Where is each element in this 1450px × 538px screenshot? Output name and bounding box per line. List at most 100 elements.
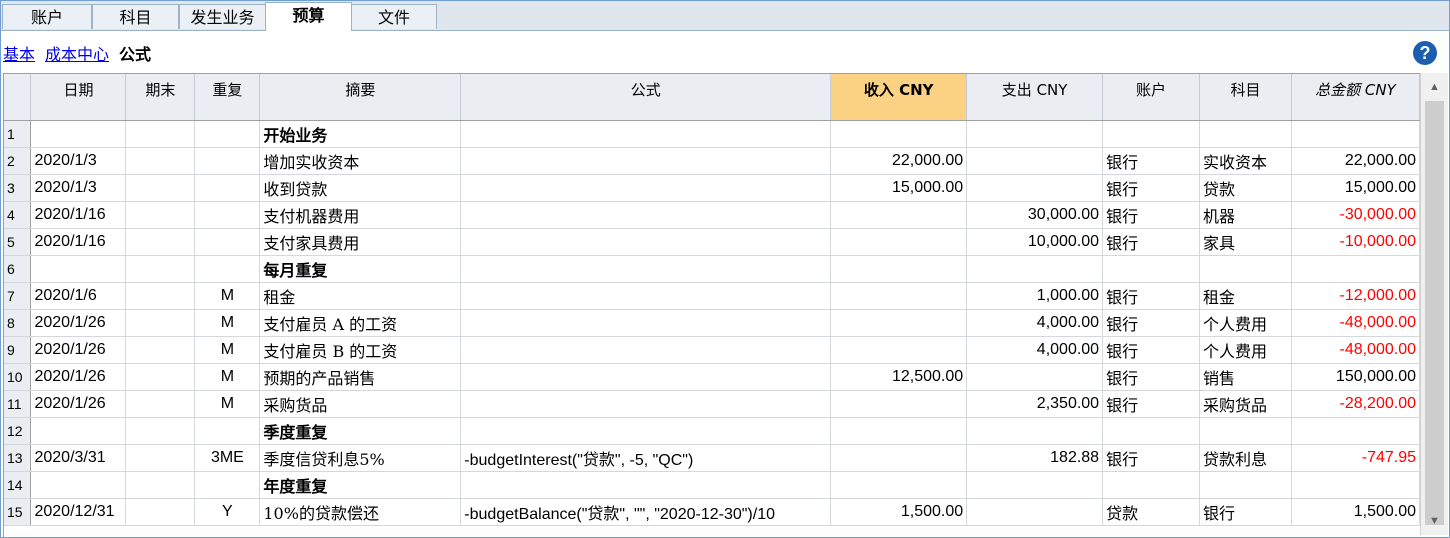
- cell-category[interactable]: [1199, 255, 1292, 283]
- cell-category[interactable]: 机器: [1199, 201, 1292, 229]
- cell-expense[interactable]: 182.88: [966, 444, 1104, 472]
- cell-description[interactable]: 收到贷款: [259, 174, 462, 202]
- cell-end[interactable]: [125, 471, 196, 499]
- cell-total[interactable]: -30,000.00: [1291, 201, 1420, 229]
- cell-formula[interactable]: [460, 147, 832, 175]
- cell-formula[interactable]: -budgetBalance("贷款", "", "2020-12-30")/1…: [460, 498, 832, 526]
- cell-total[interactable]: 1,500.00: [1291, 498, 1420, 526]
- cell-date[interactable]: 2020/1/26: [30, 390, 127, 418]
- cell-category[interactable]: 采购货品: [1199, 390, 1292, 418]
- cell-expense[interactable]: [966, 363, 1104, 391]
- cell-account[interactable]: 银行: [1102, 390, 1200, 418]
- cell-date[interactable]: [30, 471, 127, 499]
- table-row[interactable]: 8 2020/1/26 M 支付雇员 A 的工资 4,000.00 银行 个人费用 -48,0…: [4, 309, 1420, 337]
- cell-formula[interactable]: [460, 309, 832, 337]
- cell-date[interactable]: 2020/12/31: [30, 498, 127, 526]
- cell-account[interactable]: 银行: [1102, 309, 1200, 337]
- cell-repeat[interactable]: M: [194, 309, 261, 337]
- cell-date[interactable]: 2020/1/16: [30, 228, 127, 256]
- cell-date[interactable]: 2020/1/3: [30, 174, 127, 202]
- cell-income[interactable]: [830, 120, 968, 148]
- cell-expense[interactable]: 1,000.00: [966, 282, 1104, 310]
- cell-total[interactable]: [1291, 255, 1420, 283]
- vertical-scrollbar[interactable]: ▲ ▼: [1420, 73, 1448, 535]
- cell-total[interactable]: [1291, 417, 1420, 445]
- cell-description[interactable]: 开始业务: [259, 120, 462, 148]
- cell-end[interactable]: [125, 498, 196, 526]
- cell-repeat[interactable]: M: [194, 390, 261, 418]
- cell-income[interactable]: [830, 390, 968, 418]
- cell-end[interactable]: [125, 309, 196, 337]
- cell-category[interactable]: 个人费用: [1199, 309, 1292, 337]
- cell-date[interactable]: 2020/1/3: [30, 147, 127, 175]
- cell-income[interactable]: 22,000.00: [830, 147, 968, 175]
- cell-end[interactable]: [125, 174, 196, 202]
- cell-category[interactable]: 销售: [1199, 363, 1292, 391]
- cell-formula[interactable]: [460, 120, 832, 148]
- cell-income[interactable]: [830, 255, 968, 283]
- cell-income[interactable]: [830, 336, 968, 364]
- column-header-income[interactable]: 收入 CNY: [830, 74, 968, 121]
- cell-income[interactable]: [830, 282, 968, 310]
- cell-category[interactable]: 个人费用: [1199, 336, 1292, 364]
- table-row[interactable]: 12 季度重复: [4, 417, 1420, 445]
- cell-income[interactable]: 12,500.00: [830, 363, 968, 391]
- view-link-cost-center[interactable]: 成本中心: [45, 45, 109, 64]
- cell-expense[interactable]: 30,000.00: [966, 201, 1104, 229]
- cell-category[interactable]: [1199, 417, 1292, 445]
- cell-income[interactable]: [830, 444, 968, 472]
- cell-formula[interactable]: -budgetInterest("贷款", -5, "QC"): [460, 444, 832, 472]
- table-row[interactable]: 10 2020/1/26 M 预期的产品销售 12,500.00 银行 销售 150,000.…: [4, 363, 1420, 391]
- cell-total[interactable]: [1291, 471, 1420, 499]
- cell-total[interactable]: -28,200.00: [1291, 390, 1420, 418]
- cell-repeat[interactable]: M: [194, 363, 261, 391]
- cell-income[interactable]: [830, 228, 968, 256]
- cell-repeat[interactable]: Y: [194, 498, 261, 526]
- table-row[interactable]: 14 年度重复: [4, 471, 1420, 499]
- cell-formula[interactable]: [460, 174, 832, 202]
- cell-account[interactable]: 银行: [1102, 174, 1200, 202]
- cell-category[interactable]: 贷款: [1199, 174, 1292, 202]
- cell-category[interactable]: [1199, 120, 1292, 148]
- cell-repeat[interactable]: [194, 174, 261, 202]
- cell-account[interactable]: 银行: [1102, 147, 1200, 175]
- cell-description[interactable]: 预期的产品销售: [259, 363, 462, 391]
- cell-repeat[interactable]: [194, 417, 261, 445]
- table-row[interactable]: 15 2020/12/31 Y 10%的贷款偿还 -budgetBalance("贷款"…: [4, 498, 1420, 526]
- cell-formula[interactable]: [460, 363, 832, 391]
- cell-total[interactable]: 15,000.00: [1291, 174, 1420, 202]
- scroll-thumb[interactable]: [1425, 101, 1444, 525]
- cell-expense[interactable]: 4,000.00: [966, 309, 1104, 337]
- cell-description[interactable]: 采购货品: [259, 390, 462, 418]
- cell-account[interactable]: 贷款: [1102, 498, 1200, 526]
- cell-date[interactable]: [30, 417, 127, 445]
- table-row[interactable]: 5 2020/1/16 支付家具费用 10,000.00 银行 家具 -10,000.00: [4, 228, 1420, 256]
- cell-account[interactable]: 银行: [1102, 363, 1200, 391]
- cell-end[interactable]: [125, 444, 196, 472]
- cell-income[interactable]: [830, 201, 968, 229]
- table-row[interactable]: 3 2020/1/3 收到贷款 15,000.00 银行 贷款 15,000.00: [4, 174, 1420, 202]
- table-row[interactable]: 1 开始业务: [4, 120, 1420, 148]
- cell-repeat[interactable]: M: [194, 336, 261, 364]
- cell-description[interactable]: 增加实收资本: [259, 147, 462, 175]
- cell-end[interactable]: [125, 363, 196, 391]
- tab-categories[interactable]: 科目: [92, 4, 179, 29]
- cell-date[interactable]: 2020/1/6: [30, 282, 127, 310]
- column-header-description[interactable]: 摘要: [259, 74, 462, 121]
- column-header-account[interactable]: 账户: [1102, 74, 1200, 121]
- cell-formula[interactable]: [460, 390, 832, 418]
- cell-expense[interactable]: [966, 471, 1104, 499]
- cell-description[interactable]: 季度重复: [259, 417, 462, 445]
- cell-date[interactable]: 2020/1/26: [30, 336, 127, 364]
- cell-description[interactable]: 年度重复: [259, 471, 462, 499]
- cell-total[interactable]: 22,000.00: [1291, 147, 1420, 175]
- cell-account[interactable]: 银行: [1102, 201, 1200, 229]
- cell-repeat[interactable]: [194, 228, 261, 256]
- table-row[interactable]: 9 2020/1/26 M 支付雇员 B 的工资 4,000.00 银行 个人费用 -48,0…: [4, 336, 1420, 364]
- cell-expense[interactable]: [966, 120, 1104, 148]
- cell-category[interactable]: 家具: [1199, 228, 1292, 256]
- cell-income[interactable]: [830, 471, 968, 499]
- cell-description[interactable]: 支付家具费用: [259, 228, 462, 256]
- cell-end[interactable]: [125, 417, 196, 445]
- table-row[interactable]: 2 2020/1/3 增加实收资本 22,000.00 银行 实收资本 22,000.00: [4, 147, 1420, 175]
